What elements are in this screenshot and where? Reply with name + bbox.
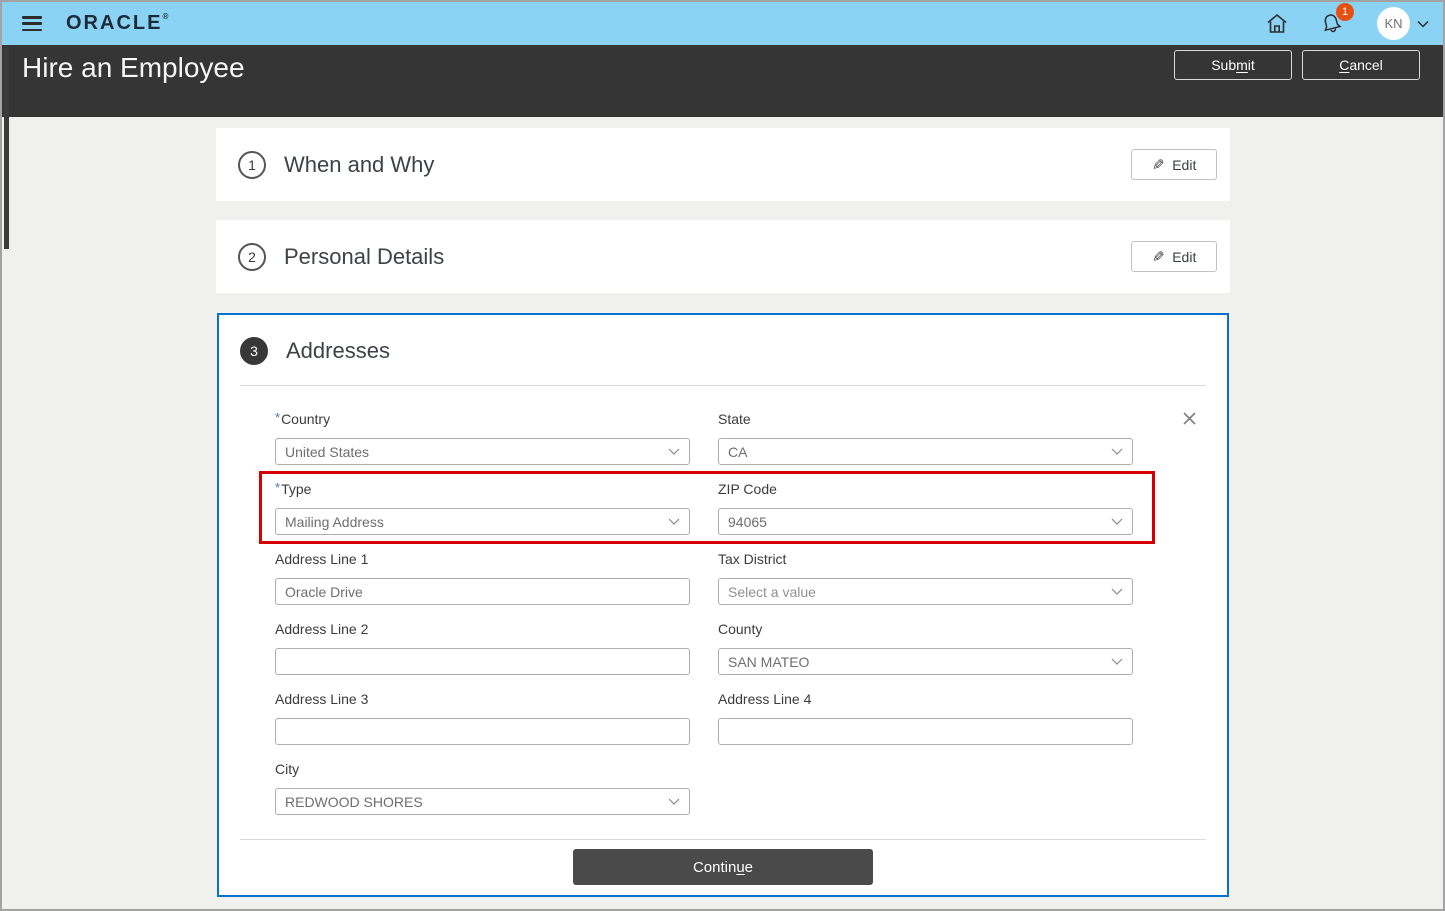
top-navigation-bar: ORACLE® 1 KN (2, 2, 1443, 45)
section-personal-details: 2 Personal Details ✎ Edit (216, 220, 1230, 293)
chevron-down-icon (668, 448, 680, 455)
required-marker: * (275, 410, 281, 425)
avatar-initials: KN (1384, 16, 1403, 31)
section-when-and-why: 1 When and Why ✎ Edit (216, 128, 1230, 201)
address-form: *Country United States State CA *Type Ma… (275, 410, 1133, 815)
section-title: When and Why (284, 151, 435, 177)
edit-pencil-icon: ✎ (1151, 156, 1165, 174)
edit-personal-details-button[interactable]: ✎ Edit (1131, 241, 1217, 272)
field-address-line-4: Address Line 4 (718, 691, 1133, 745)
field-zip-code: ZIP Code 94065 (718, 481, 1133, 535)
chevron-down-icon (1111, 658, 1123, 665)
field-tax-district: Tax District Select a value (718, 551, 1133, 605)
chevron-down-icon (668, 798, 680, 805)
zip-code-select[interactable]: 94065 (718, 508, 1133, 535)
field-city: City REDWOOD SHORES (275, 761, 690, 815)
step-number-badge: 3 (240, 337, 268, 365)
type-select[interactable]: Mailing Address (275, 508, 690, 535)
field-state: State CA (718, 411, 1133, 465)
field-address-line-1: Address Line 1 (275, 551, 690, 605)
field-address-line-3: Address Line 3 (275, 691, 690, 745)
chevron-down-icon[interactable] (1417, 20, 1429, 28)
registered-mark: ® (162, 12, 169, 21)
page-header: Hire an Employee Submit Cancel (2, 45, 1443, 117)
address-line-2-input[interactable] (285, 653, 680, 670)
address-line-1-input[interactable] (285, 583, 680, 600)
step-number-badge: 1 (238, 150, 266, 179)
home-icon[interactable] (1266, 13, 1288, 34)
notification-badge: 1 (1336, 3, 1354, 21)
country-select[interactable]: United States (275, 438, 690, 465)
field-county: County SAN MATEO (718, 621, 1133, 675)
application-window: ORACLE® 1 KN Hire an Employee Submit Can… (0, 0, 1445, 911)
background-window-edge (4, 47, 9, 249)
required-marker: * (275, 480, 281, 495)
state-select[interactable]: CA (718, 438, 1133, 465)
close-icon[interactable] (1182, 411, 1197, 431)
tax-district-select[interactable]: Select a value (718, 578, 1133, 605)
address-line-3-input[interactable] (285, 723, 680, 740)
edit-pencil-icon: ✎ (1151, 248, 1165, 266)
address-line-4-input[interactable] (728, 723, 1123, 740)
city-select[interactable]: REDWOOD SHORES (275, 788, 690, 815)
page-title: Hire an Employee (22, 52, 245, 83)
step-number-badge: 2 (238, 242, 266, 271)
section-addresses: 3 Addresses *Country United States State… (217, 313, 1229, 897)
edit-when-and-why-button[interactable]: ✎ Edit (1131, 149, 1217, 180)
field-country: *Country United States (275, 410, 690, 465)
menu-icon[interactable] (22, 16, 42, 31)
section-title: Addresses (286, 338, 390, 363)
field-type: *Type Mailing Address (275, 480, 690, 535)
avatar[interactable]: KN (1377, 7, 1410, 40)
section-title: Personal Details (284, 243, 445, 269)
divider (240, 839, 1206, 840)
chevron-down-icon (1111, 518, 1123, 525)
continue-button[interactable]: Continue (573, 849, 873, 885)
county-select[interactable]: SAN MATEO (718, 648, 1133, 675)
oracle-logo: ORACLE® (66, 12, 169, 34)
field-address-line-2: Address Line 2 (275, 621, 690, 675)
chevron-down-icon (1111, 448, 1123, 455)
notifications-icon[interactable]: 1 (1320, 3, 1354, 35)
chevron-down-icon (668, 518, 680, 525)
submit-button[interactable]: Submit (1174, 50, 1292, 80)
cancel-button[interactable]: Cancel (1302, 50, 1420, 80)
chevron-down-icon (1111, 588, 1123, 595)
divider (240, 385, 1206, 386)
